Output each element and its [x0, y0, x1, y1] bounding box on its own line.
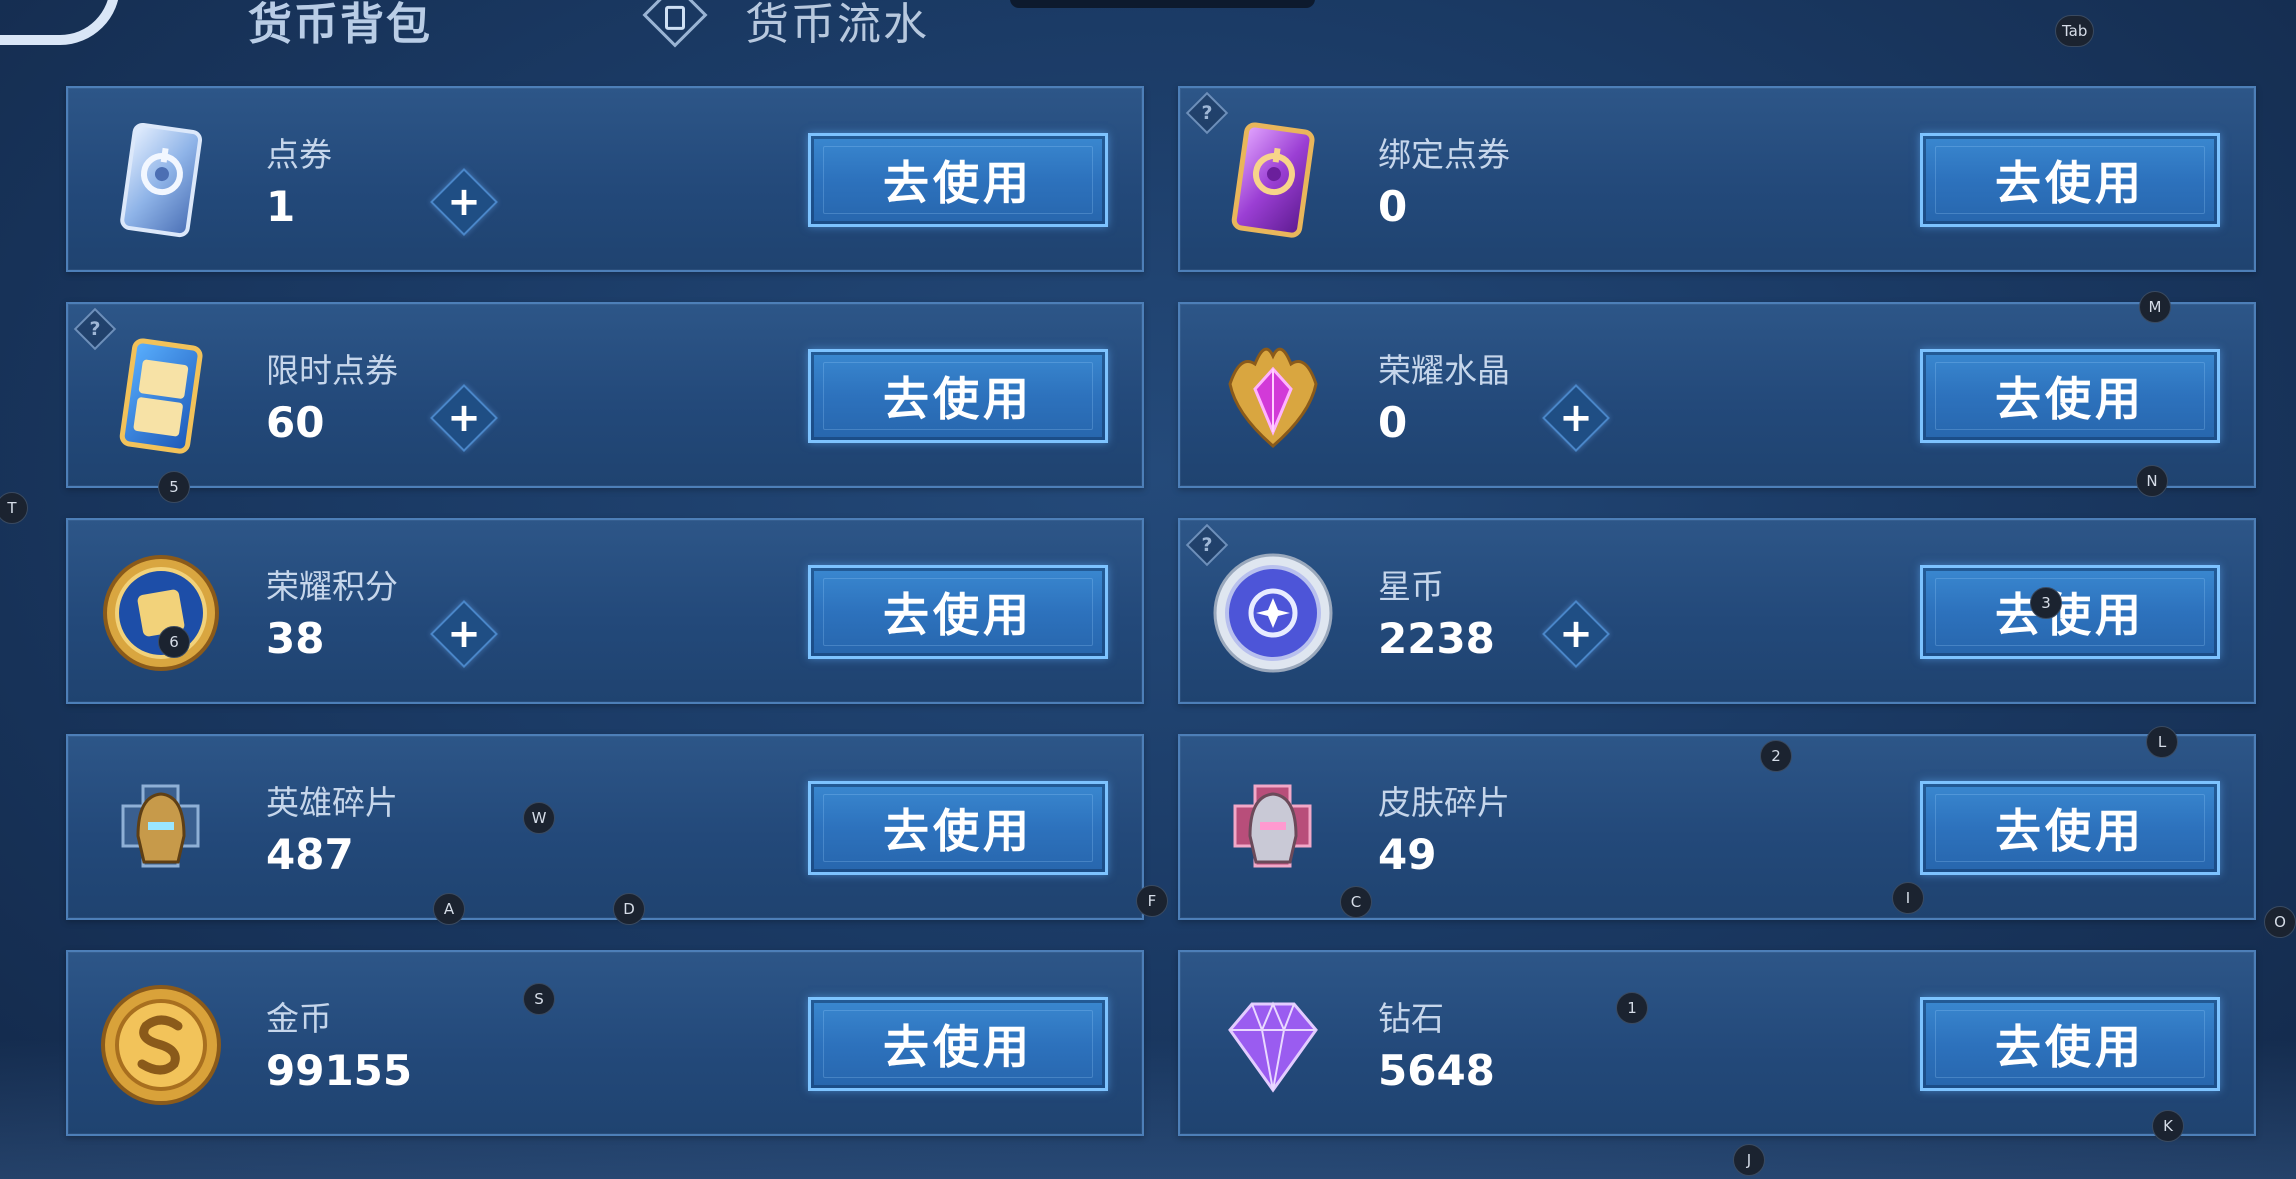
hotkey-badge: 5 — [158, 471, 190, 503]
currency-name: 钻石 — [1378, 999, 1444, 1038]
hero-fragment-icon — [121, 784, 200, 868]
currency-name: 星币 — [1378, 567, 1444, 606]
currency-card-dianquan: 点券 1 + 去使用 — [66, 86, 1144, 272]
use-button[interactable]: 去使用 — [1920, 997, 2220, 1091]
back-button[interactable] — [0, 0, 120, 45]
ledger-icon[interactable] — [642, 0, 708, 48]
plus-icon: + — [1559, 395, 1593, 441]
use-button[interactable]: 去使用 — [808, 781, 1108, 875]
limited-coupon-icon — [119, 338, 203, 454]
currency-card-jifen: 荣耀积分 38 + 去使用 — [66, 518, 1144, 704]
glory-points-icon — [103, 555, 219, 671]
use-button[interactable]: 去使用 — [1920, 781, 2220, 875]
header: 货币背包 货币流水 — [0, 0, 2296, 70]
diamond-icon — [1228, 1001, 1318, 1093]
currency-card-zuanshi: 钻石 5648 去使用 — [1178, 950, 2256, 1136]
add-button[interactable]: + — [1542, 600, 1610, 668]
currency-name: 荣耀积分 — [266, 567, 398, 606]
currency-name: 皮肤碎片 — [1378, 783, 1510, 822]
hotkey-badge: O — [2264, 906, 2296, 938]
gold-coin-icon — [101, 985, 221, 1105]
currency-card-yingxiong: 英雄碎片 487 去使用 — [66, 734, 1144, 920]
hotkey-badge: N — [2136, 465, 2168, 497]
hotkey-badge: Tab — [2055, 15, 2095, 47]
currency-name: 荣耀水晶 — [1378, 351, 1510, 390]
hotkey-badge: 3 — [2030, 587, 2062, 619]
hotkey-badge: L — [2146, 726, 2178, 758]
add-button[interactable]: + — [1542, 384, 1610, 452]
glory-crystal-icon — [1228, 347, 1318, 448]
use-button[interactable]: 去使用 — [808, 133, 1108, 227]
use-button[interactable]: 去使用 — [1920, 565, 2220, 659]
currency-amount: 99155 — [266, 1046, 413, 1095]
hotkey-badge: W — [523, 802, 555, 834]
hotkey-badge: A — [433, 893, 465, 925]
hotkey-badge: J — [1733, 1144, 1765, 1176]
use-button[interactable]: 去使用 — [808, 997, 1108, 1091]
currency-amount: 2238 — [1378, 614, 1495, 663]
hotkey-badge: K — [2152, 1110, 2184, 1142]
use-button[interactable]: 去使用 — [1920, 349, 2220, 443]
hotkey-badge: I — [1892, 882, 1924, 914]
hotkey-badge: T — [0, 492, 28, 524]
coupon-blue-icon — [120, 122, 203, 238]
coupon-purple-icon — [1231, 122, 1315, 238]
add-button[interactable]: + — [430, 600, 498, 668]
plus-icon: + — [447, 179, 481, 225]
currency-amount: 0 — [1378, 398, 1408, 447]
currency-name: 金币 — [266, 999, 332, 1038]
hotkey-badge: D — [613, 893, 645, 925]
currency-card-pifu: 皮肤碎片 49 去使用 — [1178, 734, 2256, 920]
currency-amount: 38 — [266, 614, 325, 663]
currency-name: 绑定点券 — [1378, 135, 1510, 174]
add-button[interactable]: + — [430, 168, 498, 236]
currency-card-jinbi: 金币 99155 去使用 — [66, 950, 1144, 1136]
currency-amount: 5648 — [1378, 1046, 1495, 1095]
currency-amount: 60 — [266, 398, 325, 447]
add-button[interactable]: + — [430, 384, 498, 452]
currency-name: 英雄碎片 — [266, 783, 398, 822]
currency-card-shuijing: 荣耀水晶 0 + 去使用 — [1178, 302, 2256, 488]
skin-fragment-icon — [1233, 784, 1312, 868]
currency-name: 点券 — [266, 135, 332, 174]
currency-card-bangding: ? 绑定点券 0 去使用 — [1178, 86, 2256, 272]
currency-amount: 0 — [1378, 182, 1408, 231]
hotkey-badge: C — [1340, 886, 1372, 918]
hotkey-badge: M — [2139, 291, 2171, 323]
tab-currency-bag[interactable]: 货币背包 — [248, 0, 432, 52]
hotkey-badge: 6 — [158, 626, 190, 658]
currency-card-xingbi: ? 星币 2238 + 去使用 — [1178, 518, 2256, 704]
hotkey-badge: 1 — [1616, 992, 1648, 1024]
hotkey-badge: F — [1136, 885, 1168, 917]
plus-icon: + — [1559, 611, 1593, 657]
currency-amount: 49 — [1378, 830, 1437, 879]
currency-card-xianshi: ? 限时点券 60 + 去使用 — [66, 302, 1144, 488]
hotkey-badge: S — [523, 983, 555, 1015]
use-button[interactable]: 去使用 — [1920, 133, 2220, 227]
tab-currency-flow[interactable]: 货币流水 — [745, 0, 929, 52]
use-button[interactable]: 去使用 — [808, 349, 1108, 443]
star-coin-icon — [1213, 553, 1333, 673]
plus-icon: + — [447, 611, 481, 657]
currency-name: 限时点券 — [266, 351, 398, 390]
plus-icon: + — [447, 395, 481, 441]
top-notification-bar — [1010, 0, 1315, 8]
currency-amount: 487 — [266, 830, 354, 879]
currency-amount: 1 — [266, 182, 296, 231]
use-button[interactable]: 去使用 — [808, 565, 1108, 659]
hotkey-badge: 2 — [1760, 740, 1792, 772]
